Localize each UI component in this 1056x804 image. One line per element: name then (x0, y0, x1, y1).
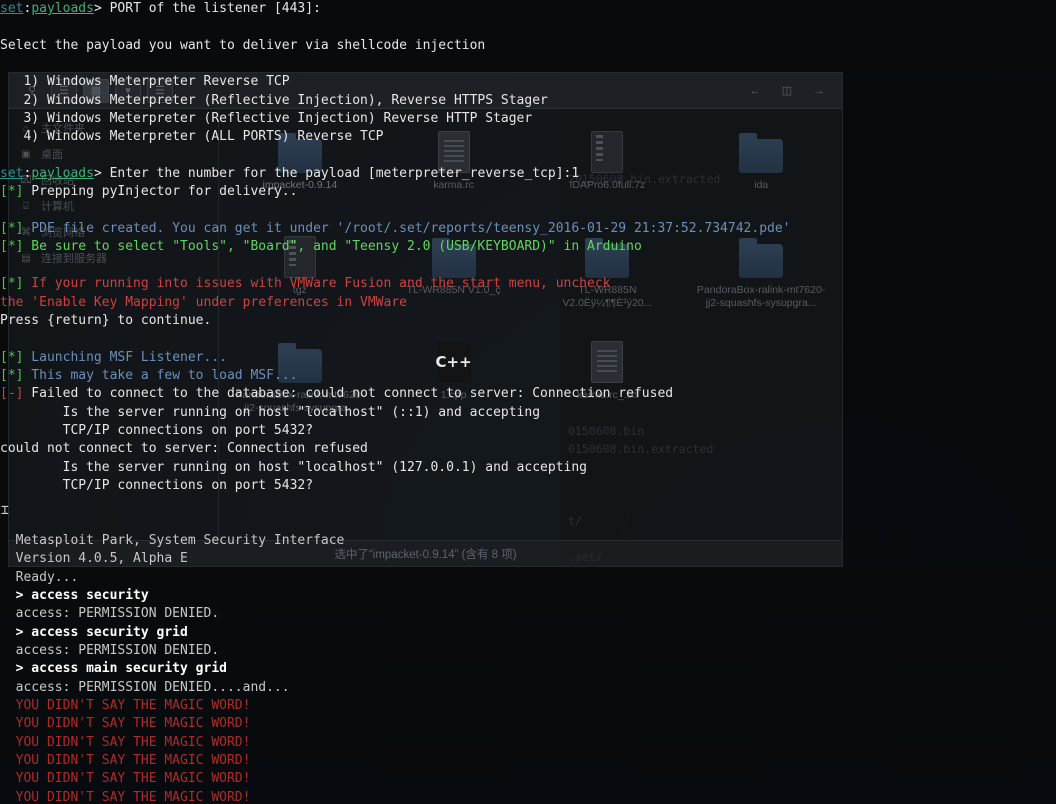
file-item[interactable]: ida (684, 117, 838, 222)
sidebar-item-label: 浏览网络 (41, 227, 85, 239)
file-item[interactable]: tgz (223, 222, 377, 327)
side-panel-icon[interactable]: ◫ (774, 79, 800, 103)
file-manager-status-bar: 选中了“impacket-0.9.14” (含有 8 项) (9, 540, 842, 566)
hamburger-menu-icon[interactable]: ☰ (147, 78, 173, 103)
folder-icon (276, 335, 324, 383)
file-manager-body: ⌂ 主文件夹 ▣ 桌面 ⌧ 回收站 ⌸ 计算机 ⌘ 浏览网络 ▤ 连接到服务器 impacket-0.… (9, 109, 842, 540)
desktop-screen: root@kali: ~/Downloads 20150608.bin.extr… (0, 0, 1056, 804)
file-item-label: tgz (292, 284, 307, 296)
list-view-icon[interactable]: ☰ (51, 78, 77, 103)
file-item[interactable]: TL-WR885N V1.0_ç (377, 222, 531, 327)
file-item[interactable]: TL-WR885N V2.0Ëÿ¼¶¶È²ý20... (531, 222, 685, 327)
file-item[interactable]: impacket-0.9.14 (223, 117, 377, 222)
arrow-left-icon[interactable]: ← (742, 79, 768, 103)
cpp-file-icon: C++ (430, 335, 478, 383)
file-manager-file-grid: impacket-0.9.14 karma.rc IDAPro6.0full.7z i… (219, 109, 842, 540)
file-item-label: PandoraBox-ralink-mt7620-jj2-squashfs-sy… (235, 389, 365, 414)
computer-icon: ⌸ (23, 200, 29, 212)
sidebar-item-computer[interactable]: ⌸ 计算机 (9, 193, 218, 219)
file-item-label: TL-WR885N V1.0_ç (406, 284, 501, 296)
sidebar-item-server[interactable]: ▤ 连接到服务器 (9, 245, 218, 271)
file-item[interactable]: C++ 1.cpp (377, 327, 531, 432)
terminal-backdrop-top (0, 0, 1056, 72)
search-icon[interactable]: ⚲ (19, 79, 45, 103)
icon-view-icon[interactable]: ▦ (83, 78, 109, 103)
folder-icon (737, 125, 785, 173)
file-item[interactable]: karma.rc (377, 117, 531, 222)
folder-icon (737, 230, 785, 278)
folder-icon (583, 230, 631, 278)
home-icon: ⌂ (22, 122, 30, 134)
file-item-label: karma.rc_.txt (577, 389, 638, 401)
sidebar-item-trash[interactable]: ⌧ 回收站 (9, 167, 218, 193)
sidebar-item-desktop[interactable]: ▣ 桌面 (9, 141, 218, 167)
folder-icon (276, 125, 324, 173)
terminal-backdrop-bottom (0, 567, 1056, 804)
document-icon (430, 125, 478, 173)
file-item[interactable]: IDAPro6.0full.7z (531, 117, 685, 222)
sidebar-item-label: 主文件夹 (41, 123, 85, 135)
file-item[interactable]: PandoraBox-ralink-mt7620-jj2-squashfs-sy… (684, 222, 838, 327)
file-item[interactable]: PandoraBox-ralink-mt7620-jj2-squashfs-sy… (223, 327, 377, 432)
file-manager-sidebar: ⌂ 主文件夹 ▣ 桌面 ⌧ 回收站 ⌸ 计算机 ⌘ 浏览网络 ▤ 连接到服务器 (9, 109, 219, 540)
text-cursor-icon: ⌶ (1, 503, 9, 518)
file-item[interactable]: karma.rc_.txt (531, 327, 685, 432)
sidebar-item-home[interactable]: ⌂ 主文件夹 (9, 115, 218, 141)
file-item-label: 1.cpp (440, 389, 467, 401)
file-item-label: PandoraBox-ralink-mt7620-jj2-squashfs-sy… (696, 284, 826, 309)
sidebar-item-label: 计算机 (41, 201, 74, 213)
trash-icon: ⌧ (20, 174, 32, 186)
file-item-label: impacket-0.9.14 (262, 179, 338, 191)
network-icon: ⌘ (21, 226, 31, 238)
file-item-label: ida (754, 179, 769, 191)
chevron-down-icon[interactable]: ▾ (115, 78, 141, 103)
file-manager-toolbar: ⚲ ☰ ▦ ▾ ☰ ← ◫ → (9, 73, 842, 109)
sidebar-item-label: 回收站 (41, 175, 74, 187)
arrow-right-icon[interactable]: → (806, 79, 832, 103)
server-icon: ▤ (21, 252, 31, 264)
file-item-label: karma.rc (433, 179, 475, 191)
file-manager-window[interactable]: ⚲ ☰ ▦ ▾ ☰ ← ◫ → ⌂ 主文件夹 ▣ 桌面 ⌧ 回收站 ⌸ 计算机 ⌘ 浏览网络 ▤ 连接… (8, 72, 843, 567)
archive-icon (276, 230, 324, 278)
sidebar-item-network[interactable]: ⌘ 浏览网络 (9, 219, 218, 245)
text-file-icon (583, 335, 631, 383)
desktop-icon: ▣ (21, 148, 31, 160)
file-item-label: TL-WR885N V2.0Ëÿ¼¶¶È²ý20... (562, 284, 653, 309)
sidebar-item-label: 连接到服务器 (41, 253, 107, 265)
sidebar-item-label: 桌面 (41, 149, 63, 161)
archive-icon (583, 125, 631, 173)
folder-icon (430, 230, 478, 278)
file-item-label: IDAPro6.0full.7z (569, 179, 646, 191)
